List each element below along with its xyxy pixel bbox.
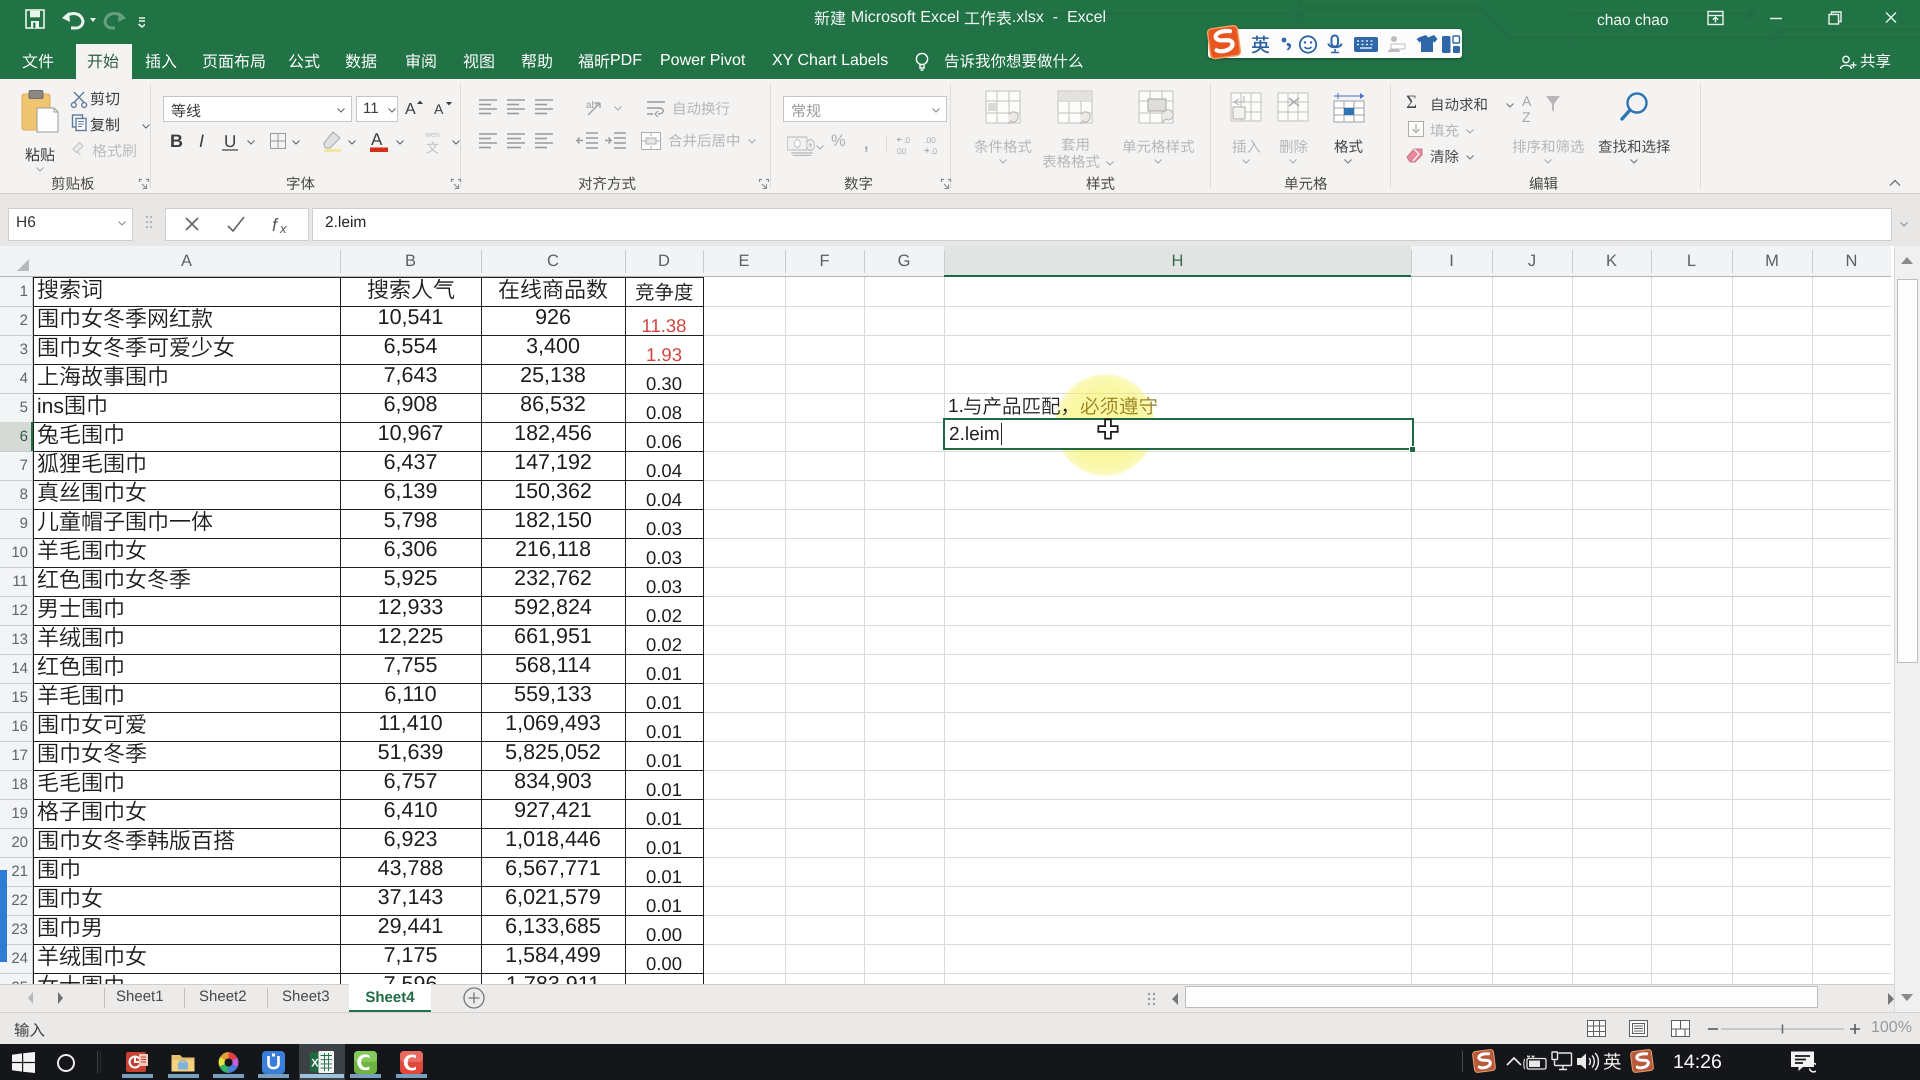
svg-text:wen: wen [424, 130, 440, 139]
svg-text:A: A [405, 101, 416, 118]
svg-text:.0: .0 [903, 135, 910, 145]
svg-text:A: A [371, 130, 383, 149]
svg-text:B: B [170, 131, 183, 151]
svg-text:A: A [434, 101, 444, 117]
svg-text:x: x [279, 221, 287, 234]
svg-text:f: f [272, 215, 279, 234]
svg-text:.00: .00 [924, 135, 936, 145]
svg-text:00: 00 [897, 146, 907, 156]
svg-text:X: X [311, 1058, 319, 1070]
svg-text:U: U [224, 132, 236, 151]
svg-text:ab: ab [586, 100, 598, 111]
svg-text:.0: .0 [930, 146, 937, 156]
svg-text:I: I [199, 131, 204, 151]
svg-text:Z: Z [1522, 109, 1531, 125]
svg-text:A: A [1522, 93, 1532, 109]
